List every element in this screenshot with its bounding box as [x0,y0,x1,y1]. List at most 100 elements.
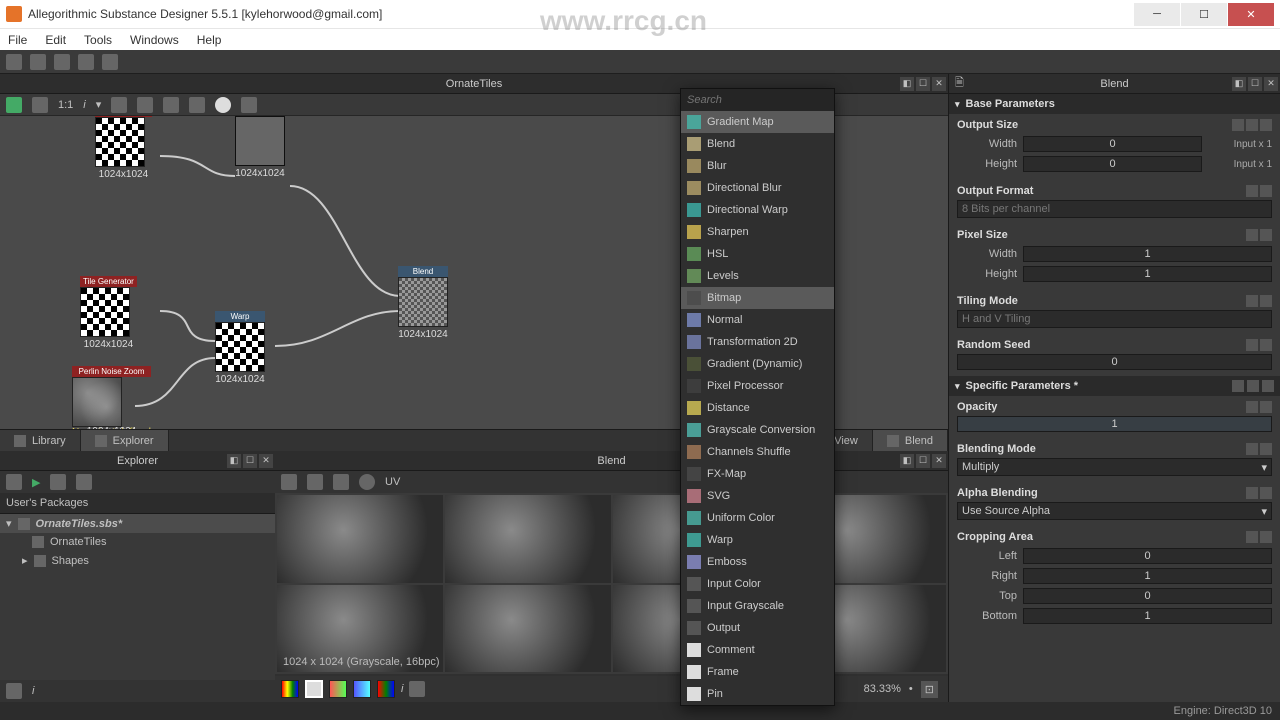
chevron-down-icon[interactable] [1260,339,1272,351]
chevron-down-icon[interactable] [1260,295,1272,307]
search-item[interactable]: Gradient (Dynamic) [681,353,834,375]
stamp-icon[interactable] [111,97,127,113]
node-thumb[interactable] [80,287,130,337]
minimize-button[interactable]: ─ [1134,3,1180,26]
tree-item[interactable]: OrnateTiles [0,533,275,551]
chevron-down-icon[interactable] [1260,443,1272,455]
props-close-icon[interactable]: ✕ [1264,77,1278,91]
search-item[interactable]: Bitmap [681,287,834,309]
px-height-input[interactable]: 1 [1023,266,1272,282]
crop-bottom-slider[interactable]: 1 [1023,608,1272,624]
tiling-select[interactable]: H and V Tiling [957,310,1272,328]
tree-package[interactable]: ▾ OrnateTiles.sbs* [0,514,275,533]
tab-explorer[interactable]: Explorer [81,430,169,451]
search-item[interactable]: Input Grayscale [681,595,834,617]
menu-windows[interactable]: Windows [130,33,179,47]
info-icon[interactable]: i [32,685,34,697]
search-item[interactable]: Transformation 2D [681,331,834,353]
search-item[interactable]: Sharpen [681,221,834,243]
search-item[interactable]: Directional Blur [681,177,834,199]
search-item[interactable]: Pin [681,683,834,705]
menu-tools[interactable]: Tools [84,33,112,47]
circle-icon[interactable] [215,97,231,113]
link-icon[interactable] [1232,119,1244,131]
new-icon[interactable] [6,54,22,70]
tool-icon[interactable] [281,474,297,490]
explorer-close-icon[interactable]: ✕ [259,454,273,468]
format-select[interactable]: 8 Bits per channel [957,200,1272,218]
px-width-input[interactable]: 1 [1023,246,1272,262]
link-icon[interactable] [1246,229,1258,241]
node-thumb[interactable] [95,117,145,167]
tool-icon[interactable] [137,97,153,113]
graph-max-icon[interactable]: ☐ [916,77,930,91]
search-item[interactable]: Uniform Color [681,507,834,529]
tool-icon[interactable] [6,683,22,699]
crop-left-slider[interactable]: 0 [1023,548,1272,564]
link-icon[interactable] [1246,185,1258,197]
search-item[interactable]: HSL [681,243,834,265]
play-icon[interactable]: ▶ [32,476,40,489]
tool-icon[interactable] [333,474,349,490]
graph-tool-icon[interactable] [6,97,22,113]
chevron-down-icon[interactable] [1260,401,1272,413]
channel-swatch[interactable] [377,680,395,698]
tool-icon[interactable] [163,97,179,113]
search-item[interactable]: Gradient Map [681,111,834,133]
zoom-fit-icon[interactable]: ⊡ [921,681,938,698]
height-input[interactable]: 0 [1023,156,1202,172]
search-item[interactable]: Warp [681,529,834,551]
section-specific-parameters[interactable]: ▾Specific Parameters * [949,376,1280,396]
saveall-icon[interactable] [78,54,94,70]
search-item[interactable]: Normal [681,309,834,331]
gear-icon[interactable] [241,97,257,113]
tab-blend[interactable]: Blend [873,430,948,451]
search-item[interactable]: Blend [681,133,834,155]
node-thumb[interactable] [215,322,265,372]
open-icon[interactable] [30,54,46,70]
menu-file[interactable]: File [8,33,27,47]
props-max-icon[interactable]: ☐ [1248,77,1262,91]
view2d-max-icon[interactable]: ☐ [916,454,930,468]
copy-icon[interactable] [1232,380,1244,392]
view2d-pin-icon[interactable]: ◧ [900,454,914,468]
graph-tool-icon[interactable] [32,97,48,113]
link-icon[interactable] [1246,295,1258,307]
chevron-down-icon[interactable] [1260,185,1272,197]
tree-item[interactable]: ▸ Shapes [0,551,275,570]
search-item[interactable]: SVG [681,485,834,507]
menu-help[interactable]: Help [197,33,222,47]
tool-icon[interactable] [76,474,92,490]
explorer-max-icon[interactable]: ☐ [243,454,257,468]
tool-icon[interactable] [50,474,66,490]
crop-top-slider[interactable]: 0 [1023,588,1272,604]
explorer-pin-icon[interactable]: ◧ [227,454,241,468]
graph-close-icon[interactable]: ✕ [932,77,946,91]
info-icon[interactable]: i [83,99,85,111]
chevron-down-icon[interactable] [1260,531,1272,543]
link-icon[interactable] [1246,487,1258,499]
link-icon[interactable] [1246,443,1258,455]
seed-slider[interactable]: 0 [957,354,1272,370]
search-input[interactable] [681,89,834,111]
tool-icon[interactable] [189,97,205,113]
search-item[interactable]: Output [681,617,834,639]
blendmode-select[interactable]: Multiply▾ [957,458,1272,476]
channel-swatch[interactable] [353,680,371,698]
crop-right-slider[interactable]: 1 [1023,568,1272,584]
chevron-down-icon[interactable] [1260,119,1272,131]
search-item[interactable]: Emboss [681,551,834,573]
link-icon[interactable] [1246,531,1258,543]
save-icon[interactable] [54,54,70,70]
view2d-close-icon[interactable]: ✕ [932,454,946,468]
chevron-down-icon[interactable] [1260,229,1272,241]
menu-edit[interactable]: Edit [45,33,66,47]
node-thumb[interactable] [398,277,448,327]
zoom-out-icon[interactable]: • [909,683,913,695]
paste-icon[interactable] [1247,380,1259,392]
search-item[interactable]: FX-Map [681,463,834,485]
link-icon[interactable] [1246,339,1258,351]
close-button[interactable]: ✕ [1228,3,1274,26]
tool-icon[interactable] [307,474,323,490]
search-item[interactable]: Blur [681,155,834,177]
